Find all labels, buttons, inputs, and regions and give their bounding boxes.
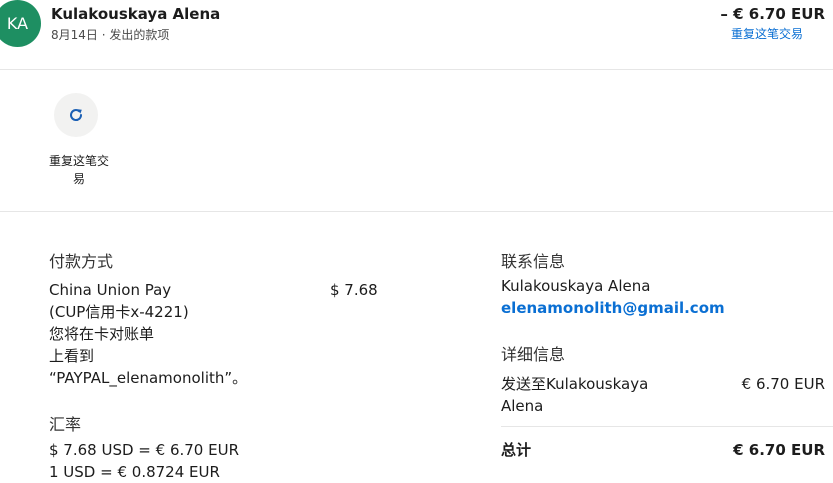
- payment-method-line: “PAYPAL_elenamonolith”。: [49, 369, 248, 387]
- payment-amount: $ 7.68: [330, 281, 378, 299]
- total-amount: € 6.70 EUR: [733, 441, 825, 459]
- payment-method-line: 您将在卡对账单: [49, 325, 155, 343]
- divider: [501, 426, 833, 427]
- transaction-subtitle: 8月14日 · 发出的款项: [51, 28, 170, 42]
- transaction-amount: – € 6.70 EUR: [720, 5, 825, 23]
- sent-to-label: 发送至Kulakouskaya: [501, 375, 649, 393]
- contact-email-link[interactable]: elenamonolith@gmail.com: [501, 297, 725, 319]
- payment-method-line: 上看到: [49, 347, 95, 365]
- repeat-transaction-link[interactable]: 重复这笔交易: [731, 25, 803, 42]
- payment-method-heading: 付款方式: [49, 252, 114, 271]
- divider: [0, 69, 833, 70]
- details-heading: 详细信息: [501, 345, 566, 364]
- contact-name: Kulakouskaya Alena: [501, 277, 651, 295]
- payment-method-line: (CUP信用卡x-4221): [49, 303, 189, 321]
- counterparty-name: Kulakouskaya Alena: [51, 5, 221, 23]
- payment-method-line: China Union Pay: [49, 281, 172, 299]
- sent-amount: € 6.70 EUR: [741, 375, 825, 393]
- exchange-rate-heading: 汇率: [49, 415, 82, 434]
- exchange-rate-line: $ 7.68 USD = € 6.70 EUR: [49, 441, 239, 459]
- contact-heading: 联系信息: [501, 252, 566, 271]
- total-label: 总计: [501, 441, 532, 459]
- repeat-transaction-button[interactable]: [54, 93, 98, 137]
- refresh-icon: [70, 109, 83, 121]
- divider: [0, 211, 833, 212]
- sent-to-label: Alena: [501, 397, 544, 415]
- avatar-initials: KA: [6, 14, 29, 33]
- exchange-rate-line: 1 USD = € 0.8724 EUR: [49, 463, 220, 481]
- repeat-transaction-label: 重复这笔交易: [48, 154, 109, 186]
- avatar: KA: [0, 0, 41, 47]
